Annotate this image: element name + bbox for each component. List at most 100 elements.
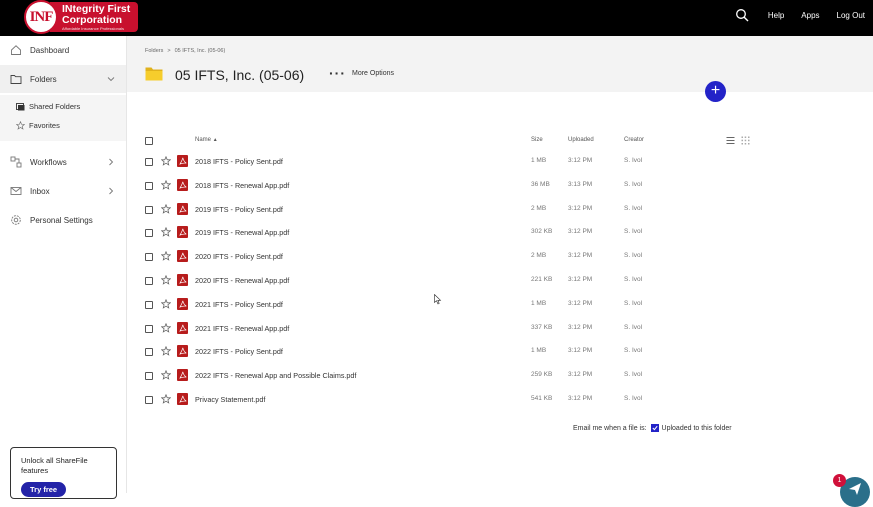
- column-header-uploaded[interactable]: Uploaded: [568, 137, 594, 143]
- favorite-star-icon[interactable]: [161, 370, 171, 380]
- file-size: 302 KB: [531, 228, 553, 236]
- pdf-file-icon: [177, 274, 188, 286]
- file-name[interactable]: 2018 IFTS - Policy Sent.pdf: [195, 157, 283, 166]
- row-checkbox[interactable]: [145, 396, 153, 404]
- file-creator: S. Ivol: [624, 180, 643, 188]
- table-row[interactable]: 2022 IFTS - Renewal App and Possible Cla…: [140, 366, 760, 390]
- sidebar-item-workflows[interactable]: Workflows: [0, 148, 126, 176]
- file-size: 1 MB: [531, 157, 547, 164]
- row-checkbox[interactable]: [145, 181, 153, 190]
- chevron-down-icon[interactable]: [107, 75, 115, 83]
- top-actions: Help Apps Log Out: [735, 0, 865, 30]
- grid-view-icon[interactable]: [741, 136, 750, 145]
- file-size: 2 MB: [531, 252, 547, 260]
- favorite-star-icon[interactable]: [161, 251, 171, 261]
- sidebar-item-shared-folders[interactable]: Shared Folders: [16, 102, 80, 111]
- apps-link[interactable]: Apps: [801, 11, 819, 20]
- file-name[interactable]: 2021 IFTS - Policy Sent.pdf: [195, 300, 283, 309]
- file-uploaded: 3:13 PM: [568, 180, 593, 188]
- file-name[interactable]: 2019 IFTS - Renewal App.pdf: [195, 228, 289, 237]
- favorite-star-icon[interactable]: [161, 203, 171, 214]
- list-view-icon[interactable]: [726, 136, 735, 145]
- favorite-star-icon[interactable]: [161, 156, 171, 166]
- row-checkbox[interactable]: [145, 277, 153, 285]
- file-creator: S. Ivol: [624, 252, 643, 260]
- sub-item-label: Favorites: [29, 121, 60, 130]
- file-creator: S. Ivol: [624, 157, 643, 164]
- search-icon[interactable]: [735, 8, 749, 22]
- column-header-name[interactable]: Name ▲: [195, 137, 218, 143]
- help-link[interactable]: Help: [768, 11, 784, 20]
- email-notification: Email me when a file is: Uploaded to thi…: [573, 424, 732, 432]
- file-uploaded: 3:12 PM: [568, 395, 593, 402]
- chevron-right-icon[interactable]: [107, 187, 115, 195]
- row-checkbox[interactable]: [145, 372, 153, 381]
- try-free-button[interactable]: Try free: [21, 482, 67, 497]
- file-creator: S. Ivol: [624, 323, 643, 331]
- sidebar-item-favorites[interactable]: Favorites: [16, 121, 60, 130]
- file-name[interactable]: 2019 IFTS - Policy Sent.pdf: [195, 205, 283, 214]
- favorite-star-icon[interactable]: [161, 227, 171, 238]
- row-checkbox[interactable]: [145, 253, 153, 262]
- favorite-star-icon[interactable]: [161, 179, 171, 190]
- pdf-file-icon: [177, 155, 188, 167]
- favorite-star-icon[interactable]: [161, 322, 171, 333]
- pdf-file-icon: [177, 250, 188, 263]
- row-checkbox[interactable]: [145, 348, 153, 357]
- row-checkbox[interactable]: [145, 300, 153, 309]
- more-options-button[interactable]: ··· More Options: [329, 65, 394, 81]
- file-name[interactable]: 2021 IFTS - Renewal App.pdf: [195, 324, 289, 333]
- table-row[interactable]: 2020 IFTS - Policy Sent.pdf 2 MB 3:12 PM S.…: [140, 247, 760, 271]
- sidebar-item-label: Folders: [30, 74, 57, 84]
- table-row[interactable]: 2020 IFTS - Renewal App.pdf 221 KB 3:12 PM…: [140, 271, 760, 295]
- company-logo[interactable]: INF INtegrity First Corporation Affordab…: [24, 0, 139, 34]
- row-checkbox[interactable]: [145, 229, 153, 238]
- column-header-creator[interactable]: Creator: [624, 137, 644, 143]
- table-row[interactable]: 2019 IFTS - Renewal App.pdf 302 KB 3:12 PM…: [140, 223, 760, 247]
- select-all-checkbox[interactable]: [145, 137, 153, 145]
- row-checkbox[interactable]: [145, 324, 153, 333]
- add-button[interactable]: +: [705, 81, 726, 102]
- sidebar-item-label: Workflows: [30, 157, 67, 167]
- file-name[interactable]: Privacy Statement.pdf: [195, 395, 265, 404]
- logo-line2: Corporation: [62, 13, 123, 26]
- file-name[interactable]: 2020 IFTS - Policy Sent.pdf: [195, 252, 283, 261]
- email-label: Email me when a file is:: [573, 424, 647, 432]
- favorite-star-icon[interactable]: [161, 346, 171, 357]
- folder-icon: [145, 67, 163, 81]
- table-row[interactable]: 2022 IFTS - Policy Sent.pdf 1 MB 3:12 PM S.…: [140, 342, 760, 366]
- file-uploaded: 3:12 PM: [568, 323, 593, 331]
- file-name[interactable]: 2018 IFTS - Renewal App.pdf: [195, 181, 289, 190]
- uploaded-checkbox[interactable]: [650, 424, 659, 432]
- more-icon: ···: [329, 65, 346, 81]
- file-name[interactable]: 2020 IFTS - Renewal App.pdf: [195, 276, 289, 285]
- file-creator: S. Ivol: [624, 395, 643, 402]
- row-checkbox[interactable]: [145, 205, 153, 214]
- table-row[interactable]: 2018 IFTS - Policy Sent.pdf 1 MB 3:12 PM S.…: [140, 152, 760, 176]
- sidebar-item-inbox[interactable]: Inbox: [0, 177, 126, 205]
- sidebar-item-folders[interactable]: Folders: [0, 65, 126, 93]
- logout-link[interactable]: Log Out: [837, 11, 865, 20]
- sidebar-item-dashboard[interactable]: Dashboard: [0, 36, 126, 64]
- file-creator: S. Ivol: [624, 371, 643, 379]
- sidebar-item-personal-settings[interactable]: Personal Settings: [0, 206, 126, 234]
- file-size: 541 KB: [531, 395, 553, 402]
- column-header-size[interactable]: Size: [531, 137, 543, 143]
- file-size: 337 KB: [531, 323, 553, 331]
- favorite-star-icon[interactable]: [161, 394, 171, 404]
- table-row[interactable]: Privacy Statement.pdf 541 KB 3:12 PM S. Ivo…: [140, 390, 760, 414]
- chevron-right-icon[interactable]: [107, 158, 115, 166]
- file-name[interactable]: 2022 IFTS - Renewal App and Possible Cla…: [195, 371, 356, 380]
- breadcrumb-folders[interactable]: Folders: [145, 48, 163, 54]
- pdf-file-icon: [177, 369, 188, 382]
- home-icon: [11, 45, 21, 55]
- table-row[interactable]: 2021 IFTS - Renewal App.pdf 337 KB 3:12 PM…: [140, 319, 760, 343]
- table-row[interactable]: 2019 IFTS - Policy Sent.pdf 2 MB 3:12 PM S.…: [140, 200, 760, 224]
- row-checkbox[interactable]: [145, 158, 153, 166]
- favorite-star-icon[interactable]: [161, 298, 171, 309]
- file-name[interactable]: 2022 IFTS - Policy Sent.pdf: [195, 347, 283, 356]
- pdf-file-icon: [177, 202, 188, 215]
- favorite-star-icon[interactable]: [161, 275, 171, 285]
- table-row[interactable]: 2021 IFTS - Policy Sent.pdf 1 MB 3:12 PM S.…: [140, 295, 760, 319]
- table-row[interactable]: 2018 IFTS - Renewal App.pdf 36 MB 3:13 PM S…: [140, 176, 760, 200]
